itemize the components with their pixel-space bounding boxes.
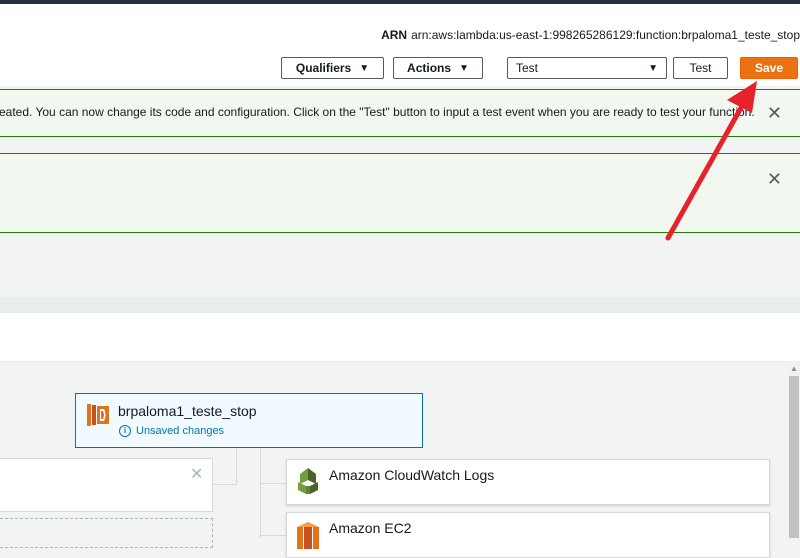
qualifiers-label: Qualifiers xyxy=(295,61,352,75)
caret-down-icon: ▼ xyxy=(459,62,469,74)
info-icon: i xyxy=(119,425,131,437)
actions-label: Actions xyxy=(407,61,452,75)
caret-down-icon: ▼ xyxy=(359,62,370,74)
success-flash: eated. You can now change its code and c… xyxy=(0,89,800,137)
connector-line xyxy=(213,484,237,485)
connector-line xyxy=(236,448,237,484)
flash-message: eated. You can now change its code and c… xyxy=(0,105,755,119)
designer-panel-header xyxy=(0,313,800,362)
info-flash: ✕ xyxy=(0,153,800,233)
cloudwatch-logs-icon xyxy=(298,468,318,494)
function-node[interactable]: brpaloma1_teste_stop i Unsaved changes xyxy=(75,393,423,448)
close-icon[interactable]: ✕ xyxy=(767,104,782,122)
save-label: Save xyxy=(754,61,784,75)
test-button[interactable]: Test xyxy=(673,57,728,79)
connector-line xyxy=(260,483,286,484)
unsaved-status: i Unsaved changes xyxy=(119,425,224,437)
arn-value: arn:aws:lambda:us-east-1:998265286129:fu… xyxy=(411,28,800,42)
arn-display: ARN arn:aws:lambda:us-east-1:998265286129… xyxy=(381,28,800,42)
test-event-select[interactable]: Test ▼ xyxy=(507,57,667,79)
qualifiers-button[interactable]: Qualifiers ▼ xyxy=(281,57,384,79)
resource-label: Amazon CloudWatch Logs xyxy=(329,467,495,483)
arn-label: ARN xyxy=(381,28,408,42)
unsaved-label: Unsaved changes xyxy=(136,425,225,437)
save-button[interactable]: Save xyxy=(740,57,798,79)
actions-button[interactable]: Actions ▼ xyxy=(393,57,483,79)
test-event-value: Test xyxy=(516,61,539,75)
resource-card-ec2[interactable]: Amazon EC2 xyxy=(286,512,770,558)
resource-label: Amazon EC2 xyxy=(329,520,412,536)
add-trigger-placeholder[interactable] xyxy=(0,518,213,548)
close-icon[interactable]: ✕ xyxy=(190,464,203,484)
section-divider xyxy=(0,297,800,313)
connector-line xyxy=(260,535,286,536)
ec2-icon xyxy=(297,522,319,549)
scrollbar-thumb[interactable] xyxy=(789,376,799,538)
caret-down-icon: ▼ xyxy=(648,62,658,74)
lambda-function-icon xyxy=(87,404,109,426)
test-label: Test xyxy=(689,61,712,75)
function-name: brpaloma1_teste_stop xyxy=(118,403,257,419)
connector-line xyxy=(260,448,261,538)
trigger-card[interactable] xyxy=(0,458,213,512)
scroll-up-icon[interactable]: ▲ xyxy=(790,364,798,373)
close-icon[interactable]: ✕ xyxy=(767,170,782,188)
resource-card-cloudwatch-logs[interactable]: Amazon CloudWatch Logs xyxy=(286,459,770,505)
